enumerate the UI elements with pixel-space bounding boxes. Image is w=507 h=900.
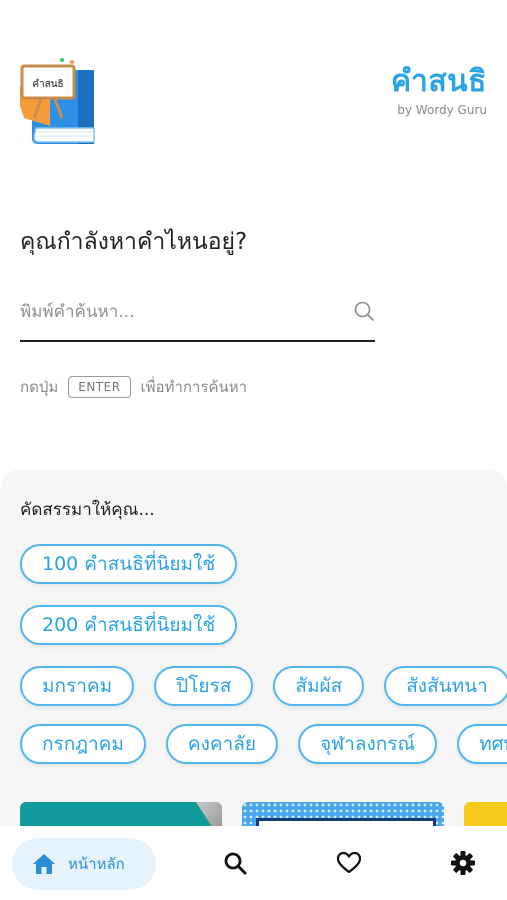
chip-row-3: มกราคม ปิโยรส สัมผัส สังสันทนา — [20, 666, 507, 706]
chip-word[interactable]: กรกฎาคม — [20, 724, 146, 764]
chip-row-2: 200 คำสนธิที่นิยมใช้ — [20, 605, 238, 645]
hint-text-after: เพื่อทำการค้นหา — [140, 378, 248, 396]
chip-word[interactable]: ปิโยรส — [154, 666, 254, 706]
app-title: คำสนธิ — [390, 64, 487, 99]
gear-icon[interactable] — [450, 850, 476, 876]
search-question: คุณกำลังหาคำไหนอยู่? — [20, 229, 248, 255]
search-icon[interactable] — [222, 850, 248, 876]
chip-word[interactable]: คงคาลัย — [165, 724, 279, 764]
nav-home-label: หน้าหลัก — [68, 855, 125, 873]
logo-text: คำสนธิ — [32, 79, 63, 90]
chip-word[interactable]: สังสันทนา — [384, 666, 507, 706]
search-hint: กดปุ่ม ENTER เพื่อทำการค้นหา — [20, 372, 247, 402]
search-field — [20, 290, 375, 342]
chip-row-4: กรกฎาคม คงคาลัย จุฬาลงกรณ์ ทศพร — [20, 724, 507, 764]
chip-word[interactable]: ทศพร — [457, 724, 507, 764]
chip-top-200[interactable]: 200 คำสนธิที่นิยมใช้ — [20, 605, 238, 645]
app-subtitle: by Wordy Guru — [397, 103, 487, 117]
bottom-nav: หน้าหลัก — [0, 826, 507, 900]
enter-key-badge: ENTER — [68, 376, 131, 398]
app-header: คำสนธิ คำสนธิ by Wordy Guru — [0, 0, 507, 170]
search-icon[interactable] — [353, 300, 375, 322]
chip-word[interactable]: มกราคม — [20, 666, 135, 706]
hint-text-before: กดปุ่ม — [20, 378, 59, 396]
chip-word[interactable]: สัมผัส — [273, 666, 365, 706]
chip-row-1: 100 คำสนธิที่นิยมใช้ — [20, 544, 238, 584]
home-icon — [33, 854, 55, 874]
chip-top-100[interactable]: 100 คำสนธิที่นิยมใช้ — [20, 544, 238, 584]
nav-home-button[interactable]: หน้าหลัก — [12, 838, 156, 890]
recommend-title: คัดสรรมาให้คุณ... — [20, 500, 155, 520]
chip-word[interactable]: จุฬาลงกรณ์ — [298, 724, 438, 764]
search-input[interactable] — [20, 294, 340, 330]
heart-icon[interactable] — [336, 850, 362, 876]
app-logo: คำสนธิ — [20, 56, 100, 148]
